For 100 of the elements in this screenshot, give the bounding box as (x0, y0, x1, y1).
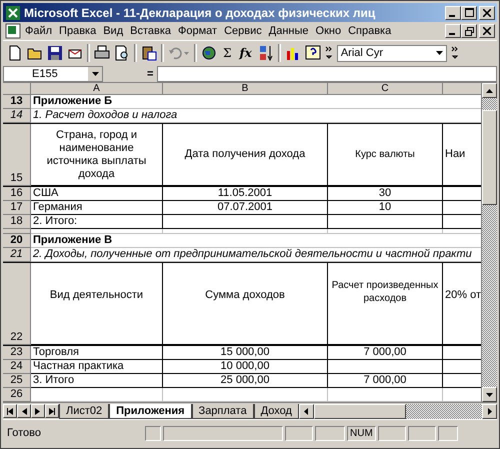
status-panel (145, 426, 161, 440)
right-arrow-icon (488, 408, 492, 414)
minimize-icon (449, 14, 455, 16)
left-arrow-icon (304, 408, 308, 414)
scroll-left-button[interactable] (298, 404, 314, 418)
column-header[interactable]: B (163, 83, 328, 95)
more-icon[interactable] (324, 46, 333, 60)
status-panel (408, 426, 436, 440)
cell-text: 2. Доходы, полученные от предпринимательской деятельности и частной практи (33, 248, 472, 260)
restore-icon (464, 26, 474, 36)
left-arrow-icon (21, 408, 27, 414)
status-panel (285, 426, 313, 440)
row-header[interactable] (3, 229, 31, 234)
row-header[interactable]: 23 (3, 346, 31, 360)
menu-item[interactable]: Вставка (127, 25, 174, 37)
row-header[interactable]: 14 (3, 109, 31, 123)
row-header[interactable]: 22 (3, 263, 31, 345)
print-preview-icon[interactable] (114, 45, 130, 61)
cell-text: 1. Расчет доходов и налога (33, 109, 178, 121)
scroll-right-button[interactable] (482, 404, 497, 418)
caret-icon (92, 72, 98, 76)
menu-item[interactable]: Вид (100, 25, 126, 37)
table-cell: 15 000,00 (163, 346, 328, 359)
minimize-button[interactable] (445, 6, 461, 20)
status-panel (378, 426, 406, 440)
menu-item[interactable]: Формат (175, 25, 220, 37)
scroll-thumb[interactable] (482, 110, 497, 205)
function-button[interactable]: fx (237, 46, 254, 60)
sheet-tab[interactable]: Зарплата (192, 404, 254, 418)
paste-icon[interactable] (141, 45, 157, 61)
menu-item[interactable]: Данные (266, 25, 312, 37)
first-sheet-button[interactable] (3, 404, 17, 418)
row-header[interactable]: 21 (3, 248, 31, 262)
vertical-scrollbar[interactable] (481, 83, 497, 402)
row-header[interactable]: 24 (3, 360, 31, 374)
caret-icon (436, 51, 443, 55)
name-box[interactable]: E155 (3, 66, 103, 82)
scroll-up-button[interactable] (482, 83, 497, 98)
minimize-button[interactable] (445, 24, 461, 38)
new-document-icon[interactable] (7, 45, 23, 61)
horizontal-scrollbar[interactable] (298, 404, 497, 418)
table-header-cell: Страна, город и наименование источника выплаты дохода (31, 124, 163, 185)
chart-icon[interactable] (284, 45, 301, 61)
table-cell: 7 000,00 (328, 346, 443, 359)
row-header[interactable]: 18 (3, 215, 31, 229)
next-sheet-button[interactable] (31, 404, 45, 418)
window-title: Microsoft Excel - 11-Декларация о доходах физических лиц (24, 6, 376, 20)
table-header-cell-text: 20% от (444, 288, 481, 303)
table-header-cell: Сумма доходов (163, 263, 328, 344)
last-sheet-button[interactable] (45, 404, 59, 418)
table-cell: 10 (328, 201, 443, 214)
spreadsheet-icon (5, 4, 21, 20)
row-header[interactable]: 20 (3, 234, 31, 248)
formula-field[interactable] (157, 66, 497, 82)
more-icon[interactable] (450, 46, 459, 60)
globe-icon[interactable] (201, 45, 217, 61)
close-button[interactable] (479, 24, 495, 38)
table-header-cell: Расчет произведенных расходов (328, 263, 443, 344)
maximize-button[interactable] (461, 6, 477, 20)
row-header[interactable]: 25 (3, 374, 31, 388)
row-header[interactable]: 17 (3, 201, 31, 215)
font-dropdown[interactable]: Arial Cyr (336, 44, 447, 62)
sheet-tab[interactable]: Доход (254, 404, 299, 418)
menu-item[interactable]: Справка (345, 25, 394, 37)
scroll-thumb[interactable] (314, 404, 406, 418)
menu-item[interactable]: Окно (312, 25, 344, 37)
close-button[interactable] (479, 6, 495, 20)
maximize-icon (464, 8, 474, 17)
status-panel (315, 426, 345, 440)
scroll-down-button[interactable] (482, 387, 497, 402)
close-icon (483, 8, 491, 16)
column-header[interactable]: A (31, 83, 163, 95)
up-arrow-icon (486, 88, 493, 92)
row-header[interactable]: 13 (3, 95, 31, 109)
menu-item[interactable]: Файл (22, 25, 56, 37)
column-header[interactable]: C (328, 83, 443, 95)
status-panel (438, 426, 458, 440)
table-cell: 11.05.2001 (163, 187, 328, 200)
sheet-tab[interactable]: Приложения (109, 404, 192, 418)
autosum-button[interactable]: Σ (221, 46, 234, 60)
menu-item[interactable]: Правка (56, 25, 100, 37)
table-cell: Торговля (31, 346, 163, 359)
close-icon (483, 27, 491, 35)
row-header[interactable]: 16 (3, 187, 31, 201)
sort-icon[interactable] (258, 45, 274, 61)
table-header-cell: Дата получения дохода (163, 124, 328, 185)
table-header-cell: Курс валюты (328, 124, 443, 185)
help-icon[interactable] (304, 45, 321, 61)
sheet-tab[interactable]: Лист02 (59, 404, 110, 418)
cell-text: Приложение В (33, 234, 112, 246)
restore-button[interactable] (461, 24, 477, 38)
menu-item[interactable]: Сервис (221, 25, 265, 37)
save-icon[interactable] (47, 45, 63, 61)
row-header[interactable]: 26 (3, 388, 31, 402)
table-header-cell-text: Наи (444, 147, 466, 162)
cell-text: Приложение Б (33, 95, 112, 107)
previous-sheet-button[interactable] (17, 404, 31, 418)
right-arrow-icon (35, 408, 41, 414)
row-header[interactable]: 15 (3, 124, 31, 186)
print-icon[interactable] (94, 45, 110, 61)
